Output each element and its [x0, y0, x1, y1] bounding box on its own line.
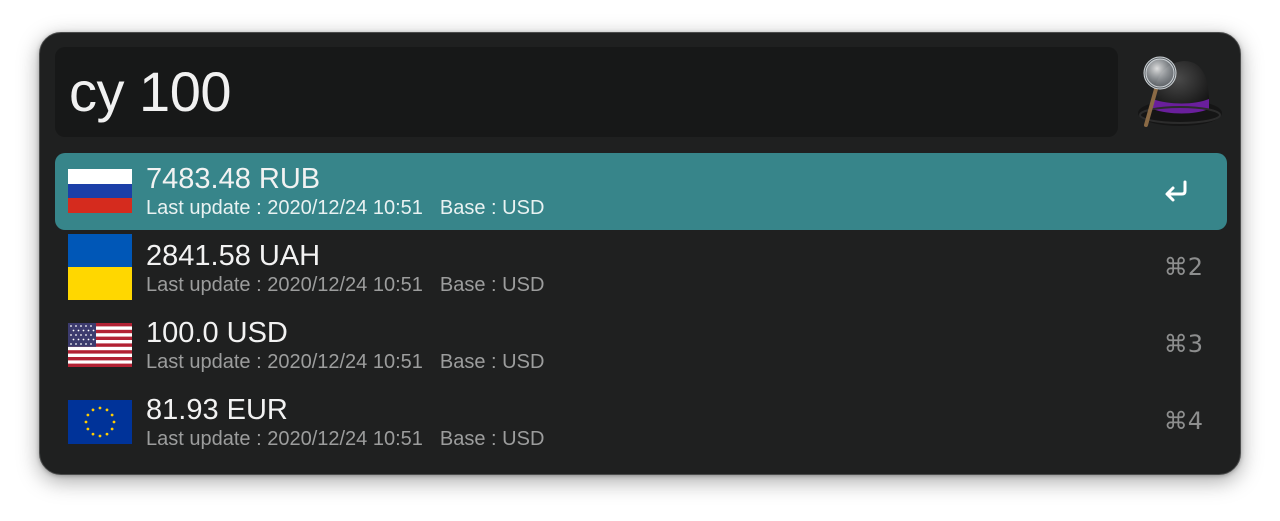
result-row-usd[interactable]: 100.0 USD Last update : 2020/12/24 10:51… — [55, 307, 1227, 384]
return-key-icon — [1163, 179, 1191, 203]
result-subtitle: Last update : 2020/12/24 10:51 Base : USD — [146, 427, 544, 451]
result-row-uah[interactable]: 2841.58 UAH Last update : 2020/12/24 10:… — [55, 230, 1227, 307]
result-subtitle: Last update : 2020/12/24 10:51 Base : USD — [146, 196, 544, 220]
result-subtitle: Last update : 2020/12/24 10:51 Base : USD — [146, 350, 544, 374]
result-title: 7483.48 RUB — [146, 163, 321, 195]
base-text: Base : USD — [439, 351, 545, 373]
shortcut-label: ⌘3 — [1163, 330, 1203, 358]
base-text: Base : USD — [439, 274, 545, 296]
shortcut-label: ⌘4 — [1163, 407, 1203, 435]
last-update-text: Last update : 2020/12/24 10:51 — [146, 428, 423, 450]
result-title: 2841.58 UAH — [146, 240, 321, 272]
last-update-text: Last update : 2020/12/24 10:51 — [146, 351, 423, 373]
last-update-text: Last update : 2020/12/24 10:51 — [146, 274, 423, 296]
last-update-text: Last update : 2020/12/24 10:51 — [146, 197, 423, 219]
result-row-eur[interactable]: 81.93 EUR Last update : 2020/12/24 10:51… — [55, 384, 1227, 461]
usa-flag-icon — [68, 323, 132, 367]
shortcut-label: ⌘2 — [1163, 253, 1203, 281]
search-input[interactable] — [69, 59, 1099, 125]
alfred-hat-magnifier-icon — [1132, 55, 1228, 131]
base-text: Base : USD — [439, 428, 545, 450]
result-title: 100.0 USD — [146, 317, 288, 349]
result-title: 81.93 EUR — [146, 394, 288, 426]
results-list: 7483.48 RUB Last update : 2020/12/24 10:… — [55, 153, 1227, 461]
russia-flag-icon — [68, 169, 132, 213]
alfred-window: 7483.48 RUB Last update : 2020/12/24 10:… — [39, 32, 1241, 475]
base-text: Base : USD — [439, 197, 545, 219]
search-bar[interactable] — [55, 47, 1118, 137]
eu-flag-icon — [68, 400, 132, 444]
ukraine-flag-icon — [68, 234, 132, 300]
result-row-rub[interactable]: 7483.48 RUB Last update : 2020/12/24 10:… — [55, 153, 1227, 230]
result-subtitle: Last update : 2020/12/24 10:51 Base : USD — [146, 273, 544, 297]
